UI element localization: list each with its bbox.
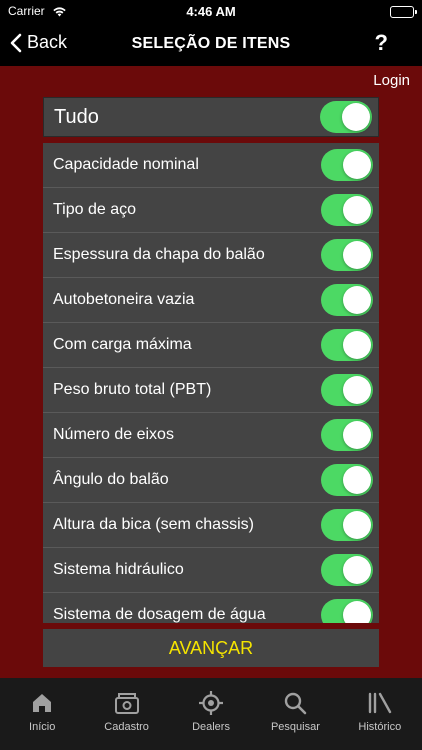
item-toggle[interactable] [321, 374, 373, 406]
battery-icon [390, 6, 417, 18]
list-item: Capacidade nominal [43, 143, 379, 188]
list-item: Autobetoneira vazia [43, 278, 379, 323]
navigation-bar: Back SELEÇÃO DE ITENS ? [0, 24, 422, 66]
item-toggle[interactable] [321, 284, 373, 316]
item-label: Espessura da chapa do balão [53, 246, 265, 263]
item-label: Altura da bica (sem chassis) [53, 516, 254, 533]
item-toggle[interactable] [321, 239, 373, 271]
list-item: Sistema de dosagem de água [43, 593, 379, 623]
tab-bar: Início Cadastro Dealers Pesquisar Histór… [0, 678, 422, 750]
item-label: Capacidade nominal [53, 156, 199, 173]
location-icon [198, 690, 224, 716]
tab-label: Histórico [358, 721, 402, 733]
tab-label: Dealers [192, 721, 230, 733]
cadastro-icon [114, 690, 140, 716]
item-label: Peso bruto total (PBT) [53, 381, 212, 398]
help-button[interactable]: ? [375, 30, 388, 56]
item-label: Ângulo do balão [53, 471, 169, 488]
tab-cadastro[interactable]: Cadastro [84, 678, 168, 750]
item-toggle[interactable] [321, 329, 373, 361]
list-item: Tipo de aço [43, 188, 379, 233]
advance-button[interactable]: AVANÇAR [43, 629, 379, 667]
search-icon [283, 690, 307, 716]
home-icon [30, 690, 54, 716]
page-title: SELEÇÃO DE ITENS [131, 35, 291, 52]
item-label: Sistema hidráulico [53, 561, 184, 578]
item-toggle[interactable] [321, 149, 373, 181]
select-all-row: Tudo [43, 97, 379, 137]
item-label: Número de eixos [53, 426, 174, 443]
list-item: Ângulo do balão [43, 458, 379, 503]
tab-dealers[interactable]: Dealers [169, 678, 253, 750]
item-toggle[interactable] [321, 464, 373, 496]
status-time: 4:46 AM [186, 4, 236, 19]
tab-historico[interactable]: Histórico [338, 678, 422, 750]
status-bar: Carrier 4:46 AM [0, 0, 422, 24]
item-toggle[interactable] [321, 194, 373, 226]
tab-label: Pesquisar [270, 721, 320, 733]
item-toggle[interactable] [321, 599, 373, 623]
login-link[interactable]: Login [373, 72, 410, 89]
history-icon [367, 690, 393, 716]
tab-inicio[interactable]: Início [0, 678, 84, 750]
select-all-label: Tudo [54, 105, 99, 128]
tab-pesquisar[interactable]: Pesquisar [253, 678, 337, 750]
item-toggle[interactable] [321, 554, 373, 586]
items-list[interactable]: Capacidade nominal Tipo de aço Espessura… [43, 143, 379, 623]
list-item: Espessura da chapa do balão [43, 233, 379, 278]
tab-label: Cadastro [104, 721, 149, 733]
list-item: Número de eixos [43, 413, 379, 458]
list-item: Sistema hidráulico [43, 548, 379, 593]
tab-label: Início [29, 721, 56, 733]
item-label: Tipo de aço [53, 201, 137, 218]
main-content: Login Tudo Capacidade nominal Tipo de aç… [0, 66, 422, 678]
item-label: Sistema de dosagem de água [53, 606, 266, 623]
item-toggle[interactable] [321, 419, 373, 451]
item-label: Com carga máxima [53, 336, 192, 353]
list-item: Altura da bica (sem chassis) [43, 503, 379, 548]
item-toggle[interactable] [321, 509, 373, 541]
select-all-toggle[interactable] [320, 101, 372, 133]
item-label: Autobetoneira vazia [53, 291, 195, 308]
list-item: Com carga máxima [43, 323, 379, 368]
list-item: Peso bruto total (PBT) [43, 368, 379, 413]
